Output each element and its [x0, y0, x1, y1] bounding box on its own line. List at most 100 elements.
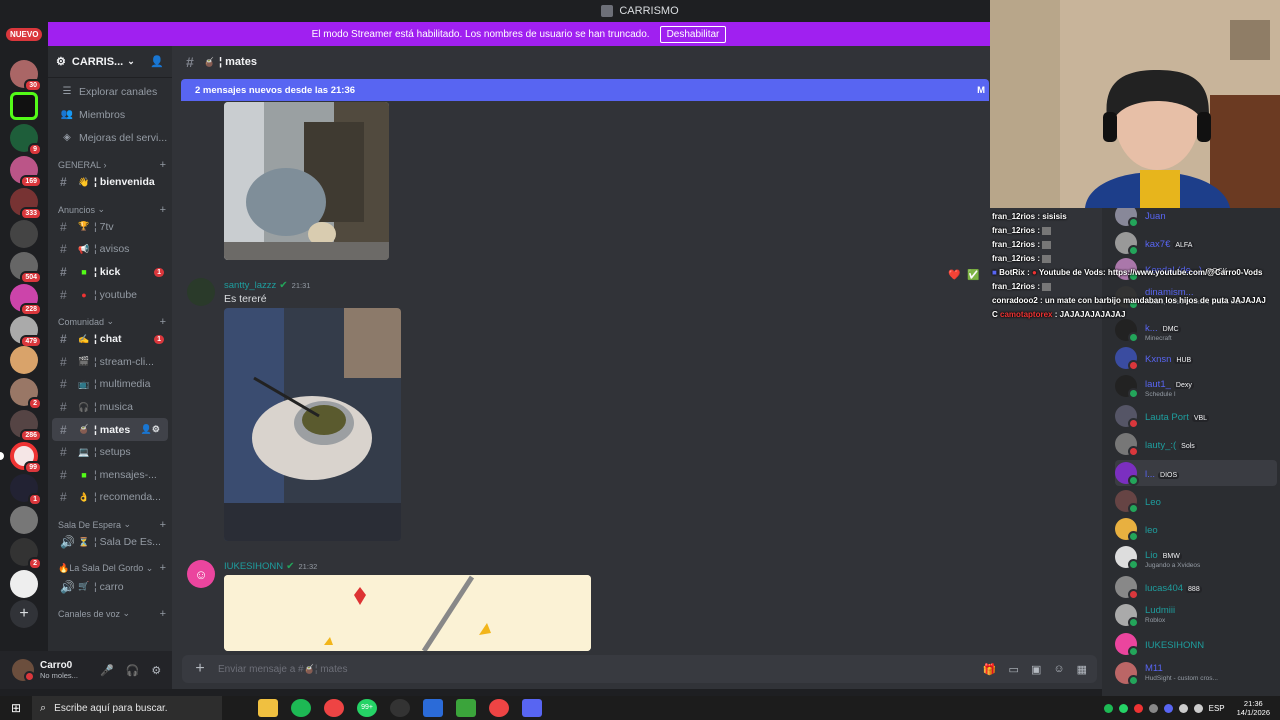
tray-icon[interactable]: [1163, 703, 1173, 713]
server-icon[interactable]: 2: [10, 538, 42, 570]
member-item[interactable]: laut1_ Dexy Schedule I: [1115, 373, 1277, 399]
gift-icon[interactable]: 🎁: [983, 663, 997, 676]
channel-mensajes[interactable]: # ■ ¦ mensajes-...: [48, 464, 172, 487]
channel-stream-clips[interactable]: # 🎬 ¦ stream-cli...: [48, 351, 172, 374]
channel-mates[interactable]: # 🧉 ¦ mates 👤⚙: [52, 418, 168, 441]
network-icon[interactable]: [1178, 703, 1188, 713]
add-channel-icon[interactable]: +: [160, 316, 166, 328]
channel-kick[interactable]: # ■ ¦ kick 1: [48, 261, 172, 284]
member-item[interactable]: Kxnsn HUB: [1115, 345, 1277, 371]
tray-icon[interactable]: [1148, 703, 1158, 713]
reaction-check-icon[interactable]: ✅: [967, 270, 979, 281]
tray-icon[interactable]: [1133, 703, 1143, 713]
category-general[interactable]: GENERAL › +: [48, 149, 172, 171]
guild-header[interactable]: ⚙ CARRIS... ⌄ 👤: [48, 46, 172, 78]
sticker-icon[interactable]: ▣: [1031, 663, 1041, 676]
server-icon[interactable]: 169: [10, 156, 42, 188]
minecraft-icon[interactable]: [456, 699, 476, 717]
server-icon[interactable]: 504: [10, 252, 42, 284]
message-composer[interactable]: + Enviar mensaje a #🧉¦ mates 🎁 ▭ ▣ ☺ ▦: [182, 655, 1097, 683]
message-image[interactable]: [224, 308, 401, 541]
disable-streamer-button[interactable]: Deshabilitar: [659, 25, 727, 43]
add-channel-icon[interactable]: +: [160, 562, 166, 574]
discord-icon[interactable]: [522, 699, 542, 717]
headphones-icon[interactable]: 🎧: [126, 664, 140, 677]
add-server-button[interactable]: +: [10, 600, 38, 628]
server-icon[interactable]: 1: [10, 474, 42, 506]
emoji-icon[interactable]: ☺: [1053, 663, 1064, 676]
reaction-heart-icon[interactable]: ❤️: [948, 270, 960, 281]
member-item[interactable]: l... DIOS: [1115, 460, 1277, 486]
message-avatar[interactable]: [187, 278, 215, 306]
add-channel-icon[interactable]: +: [160, 608, 166, 620]
channel-avisos[interactable]: # 📢 ¦ avisos: [48, 238, 172, 261]
server-icon[interactable]: 228: [10, 284, 42, 316]
taskbar-clock[interactable]: 21:36 14/1/2026: [1237, 699, 1270, 717]
store-icon[interactable]: [423, 699, 443, 717]
chrome-icon[interactable]: [489, 699, 509, 717]
category-anuncios[interactable]: Anuncios ⌄ +: [48, 194, 172, 216]
whatsapp-icon[interactable]: 99+: [357, 699, 377, 717]
server-icon[interactable]: 479: [10, 316, 42, 348]
message-avatar[interactable]: ☺: [187, 560, 215, 588]
obs-icon[interactable]: [390, 699, 410, 717]
channel-youtube[interactable]: # ● ¦ youtube: [48, 283, 172, 306]
server-icon[interactable]: [10, 220, 38, 248]
channel-multimedia[interactable]: # 📺 ¦ multimedia: [48, 373, 172, 396]
server-icon[interactable]: 9: [10, 124, 42, 156]
channel-setups[interactable]: # 💻 ¦ setups: [48, 441, 172, 464]
settings-gear-icon[interactable]: ⚙: [151, 664, 161, 677]
file-explorer-icon[interactable]: [258, 699, 278, 717]
mark-as-read[interactable]: M: [977, 85, 985, 96]
add-channel-icon[interactable]: +: [160, 204, 166, 216]
tray-icon[interactable]: [1118, 703, 1128, 713]
category-canales-de-voz[interactable]: Canales de voz ⌄ +: [48, 598, 172, 620]
tray-icon[interactable]: [1103, 703, 1113, 713]
language-indicator[interactable]: ESP: [1209, 704, 1225, 713]
nav-server-boosts[interactable]: ◈ Mejoras del servi...: [48, 126, 172, 149]
nav-members[interactable]: 👥 Miembros: [48, 103, 172, 126]
new-pill[interactable]: NUEVO: [6, 28, 43, 41]
member-item[interactable]: M11 HudSight - custom cros...: [1115, 660, 1277, 686]
apps-icon[interactable]: ▦: [1077, 663, 1087, 676]
channel-settings-icon[interactable]: 👤⚙: [141, 424, 160, 435]
windows-start-icon[interactable]: ⊞: [0, 701, 32, 715]
user-avatar[interactable]: [12, 659, 35, 682]
server-icon[interactable]: 333: [10, 188, 42, 220]
member-item[interactable]: Leo: [1115, 488, 1277, 514]
message-author[interactable]: IUKESIHONN: [224, 561, 283, 572]
server-icon[interactable]: 286: [10, 410, 42, 442]
server-icon[interactable]: [10, 346, 38, 374]
member-item[interactable]: lucas404 888: [1115, 574, 1277, 600]
server-icon[interactable]: [10, 506, 38, 534]
server-icon[interactable]: [10, 92, 38, 120]
member-item[interactable]: Ludmiii Roblox: [1115, 602, 1277, 628]
mic-icon[interactable]: 🎤: [100, 664, 114, 677]
taskbar-search[interactable]: ⌕ Escribe aquí para buscar.: [32, 696, 222, 720]
channel-recomendaciones[interactable]: # 👌 ¦ recomenda...: [48, 486, 172, 509]
channel-chat[interactable]: # ✍ ¦ chat 1: [48, 328, 172, 351]
category-comunidad[interactable]: Comunidad ⌄ +: [48, 306, 172, 328]
message-author[interactable]: santty_lazzz: [224, 280, 276, 291]
member-item[interactable]: Lauta Port VBL: [1115, 403, 1277, 429]
channel-bienvenida[interactable]: # 👋 ¦ bienvenida: [48, 171, 172, 194]
member-item[interactable]: IUKESIHONN: [1115, 631, 1277, 657]
gif-icon[interactable]: ▭: [1009, 663, 1019, 676]
message-image[interactable]: [224, 102, 389, 260]
category-sala-de-espera[interactable]: Sala De Espera ⌄ +: [48, 509, 172, 531]
message-image[interactable]: [224, 575, 591, 651]
voice-channel-sala-de-espera[interactable]: 🔊 ⏳ ¦ Sala De Es...: [48, 531, 172, 554]
category-sala-del-gordo[interactable]: 🔥 La Sala Del Gordo ⌄ +: [48, 553, 172, 575]
voice-channel-carro[interactable]: 🔊 🛒 ¦ carro: [48, 575, 172, 598]
add-channel-icon[interactable]: +: [160, 519, 166, 531]
server-icon[interactable]: 2: [10, 378, 42, 410]
channel-musica[interactable]: # 🎧 ¦ musica: [48, 396, 172, 419]
attach-plus-icon[interactable]: +: [182, 660, 218, 678]
invite-icon[interactable]: 👤: [150, 55, 164, 68]
nav-explore-channels[interactable]: ☰ Explorar canales: [48, 80, 172, 103]
member-item[interactable]: leo: [1115, 516, 1277, 542]
spotify-icon[interactable]: [291, 699, 311, 717]
member-item[interactable]: lauty_:(Sols: [1115, 431, 1277, 457]
server-icon[interactable]: [10, 570, 38, 598]
add-channel-icon[interactable]: +: [160, 159, 166, 171]
